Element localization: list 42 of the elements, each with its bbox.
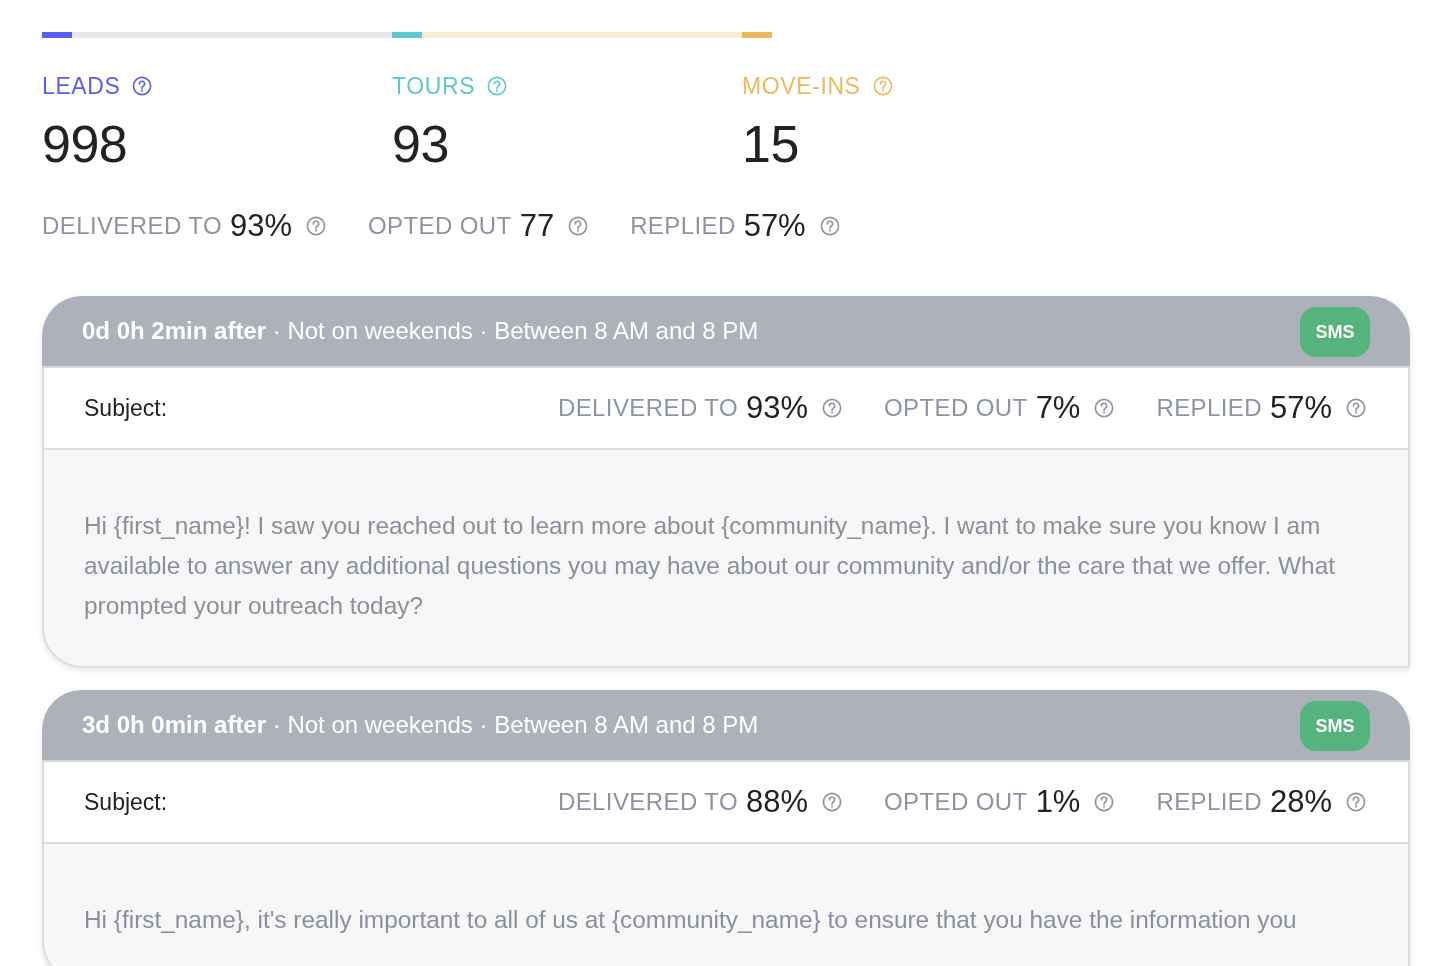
help-icon[interactable] (819, 216, 840, 236)
stat-label: REPLIED (1156, 394, 1262, 422)
schedule-text: 0d 0h 2min after · Not on weekends · Between 8 AM and 8 PM (82, 317, 759, 345)
metric-value: 998 (42, 114, 129, 174)
stat-label: DELIVERED TO (558, 788, 738, 816)
stat-value: 57% (743, 208, 806, 244)
subject-label: Subject: (84, 788, 168, 816)
stat-label: REPLIED (630, 212, 736, 240)
schedule-text: 3d 0h 0min after · Not on weekends · Between 8 AM and 8 PM (82, 711, 759, 739)
help-icon[interactable] (568, 216, 589, 236)
metric-value: 15 (742, 114, 800, 174)
stat-label: OPTED OUT (884, 394, 1028, 422)
stat-label: REPLIED (1156, 788, 1262, 816)
subject-label: Subject: (84, 394, 168, 422)
help-icon[interactable] (822, 398, 842, 418)
metric-label: TOURS (392, 72, 476, 100)
help-icon[interactable] (822, 792, 842, 812)
help-icon[interactable] (306, 216, 327, 236)
stat-value: 28% (1269, 784, 1332, 820)
help-icon[interactable] (1094, 792, 1115, 812)
stat-value: 1% (1035, 784, 1081, 820)
help-icon[interactable] (1094, 398, 1115, 418)
channel-badge: SMS (1300, 307, 1370, 357)
help-icon[interactable] (1346, 792, 1366, 812)
stat-value: 93% (745, 390, 808, 426)
stat-value: 88% (745, 784, 808, 820)
metric-label: LEADS (42, 72, 121, 100)
channel-badge: SMS (1300, 701, 1370, 751)
help-icon[interactable] (132, 76, 153, 96)
stat-label: OPTED OUT (884, 788, 1028, 816)
message-text: Hi {first_name}, it's really important to all of us at {community_name} to ensure that you have the information you (84, 905, 1298, 935)
stat-value: 77 (519, 208, 555, 244)
stat-value: 93% (230, 208, 293, 244)
stat-value: 7% (1035, 390, 1081, 426)
message-text: Hi {first_name}! I saw you reached out to learn more about {community_name}. I want to make sure you know I am available to answer any additional questions you may have about our community and/or the care that we offer. What prompted your outreach today? (84, 511, 1336, 621)
stat-label: DELIVERED TO (42, 212, 222, 240)
stat-value: 57% (1269, 390, 1332, 426)
metric-label: MOVE-INS (742, 72, 861, 100)
stat-label: OPTED OUT (368, 212, 512, 240)
metric-value: 93 (392, 114, 450, 174)
stat-label: DELIVERED TO (558, 394, 738, 422)
help-icon[interactable] (1346, 398, 1366, 418)
